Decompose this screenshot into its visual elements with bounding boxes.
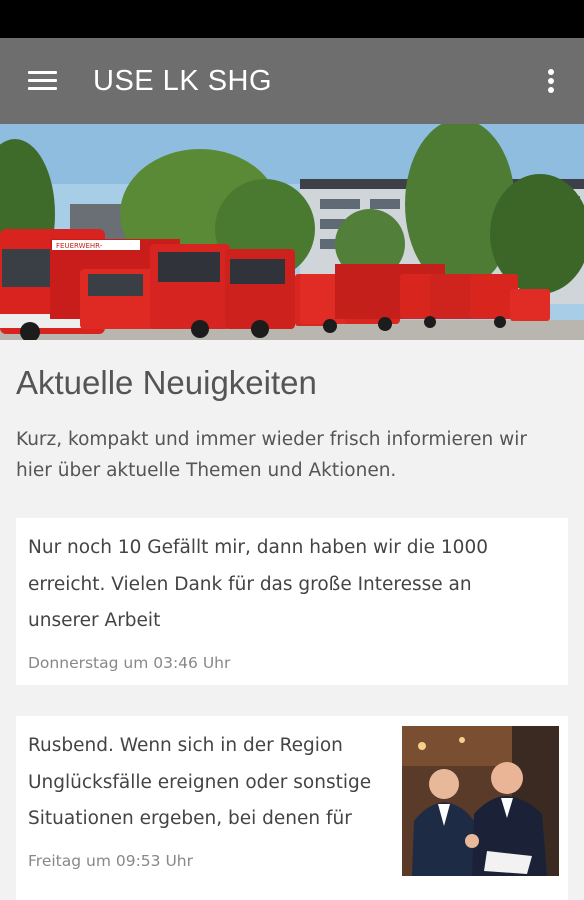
- status-bar: [0, 0, 584, 38]
- truck-text: FEUERWEHR-: [56, 242, 103, 250]
- hamburger-menu-icon[interactable]: [20, 64, 64, 98]
- section-title: Aktuelle Neuigkeiten: [16, 364, 317, 401]
- news-card[interactable]: Rusbend. Wenn sich in der Region Unglück…: [16, 716, 568, 900]
- news-card-photo: [402, 726, 559, 876]
- app-title: USE LK SHG: [93, 65, 273, 97]
- more-vert-icon[interactable]: [536, 60, 566, 102]
- news-card-date: Donnerstag um 03:46 Uhr: [28, 654, 231, 672]
- news-card-text: Rusbend. Wenn sich in der Region Unglück…: [28, 735, 372, 829]
- news-card-date: Freitag um 09:53 Uhr: [28, 852, 193, 870]
- news-card-text: Nur noch 10 Gefällt mir, dann haben wir …: [28, 537, 488, 631]
- news-card[interactable]: Nur noch 10 Gefällt mir, dann haben wir …: [16, 518, 568, 685]
- app-bar: USE LK SHG: [0, 38, 584, 124]
- section-description: Kurz, kompakt und immer wieder frisch in…: [16, 429, 527, 481]
- header-image: FEUERWEHR-: [0, 124, 584, 340]
